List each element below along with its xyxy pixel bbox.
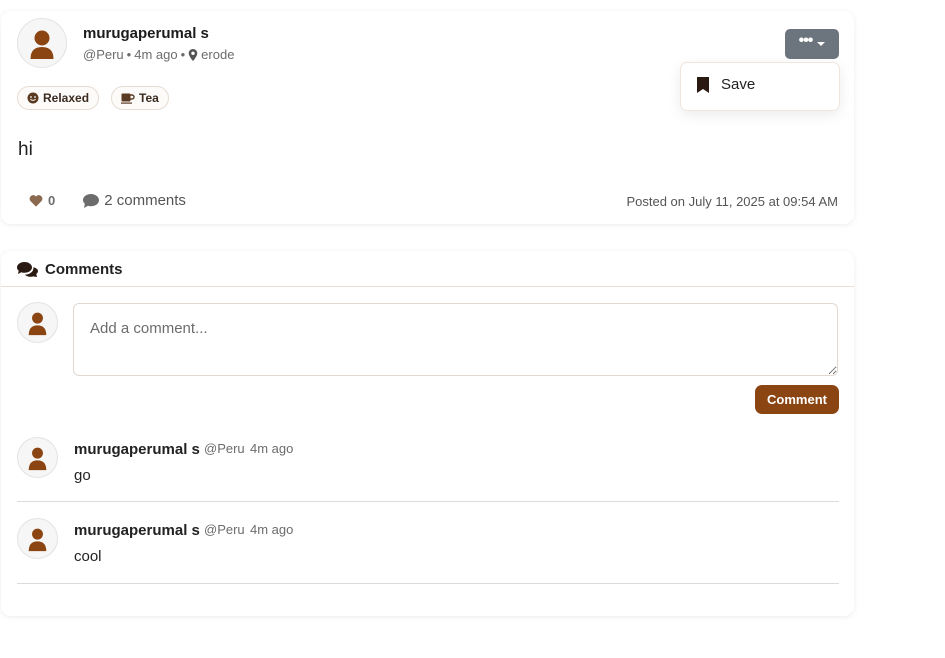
location-pin-icon [188,48,198,61]
meta-separator: • [180,47,186,62]
author-avatar[interactable] [17,18,67,68]
comments-link[interactable]: 2 comments [83,192,186,209]
caret-down-icon [817,42,826,46]
comment-time: 4m ago [250,522,294,537]
post-body: hi [18,139,33,160]
post-actions: 0 2 comments [29,192,186,209]
user-avatar-icon [30,30,54,59]
comments-icon [17,262,38,277]
save-menu-item[interactable]: Save [697,76,755,93]
comment-time: 4m ago [250,441,294,456]
current-user-avatar [17,302,58,343]
commenter-handle: @Peru [204,441,245,456]
comment-text: cool [74,548,102,565]
comment-input[interactable] [73,303,838,376]
tag-label: Tea [139,91,159,105]
post-location: erode [201,47,235,62]
post-options-button[interactable]: ••• [785,29,839,59]
commenter-name[interactable]: murugaperumal s [74,522,200,539]
tag-tea: Tea [111,86,169,110]
comment-count-label: 2 comments [104,192,186,209]
tag-label: Relaxed [43,91,90,105]
commenter-name[interactable]: murugaperumal s [74,441,200,458]
commenter-avatar[interactable] [17,437,58,478]
post-card: murugaperumal s @Peru • 4m ago • erode •… [1,11,854,224]
meta-separator: • [126,47,132,62]
post-author-name[interactable]: murugaperumal s [83,25,209,42]
like-button[interactable]: 0 [29,193,55,208]
user-avatar-icon [28,528,47,552]
post-options-menu: Save [680,62,840,111]
like-count: 0 [48,193,56,208]
user-avatar-icon [28,312,47,336]
comment-item: murugaperumal s @Peru 4m ago go [17,437,839,502]
heart-icon [29,195,43,207]
comments-title: Comments [45,261,123,278]
comments-card: Comments Comment murugaperumal s @Peru 4… [1,251,854,616]
smile-icon [27,92,39,104]
comments-header: Comments [1,251,854,287]
ellipsis-icon: ••• [798,32,814,49]
tag-relaxed: Relaxed [17,86,100,110]
mood-tags: Relaxed Tea [17,86,169,110]
comment-text: go [74,467,91,484]
bookmark-icon [697,76,709,93]
speech-bubble-icon [83,193,100,208]
post-meta: @Peru • 4m ago • erode [83,47,234,62]
user-avatar-icon [28,447,47,471]
posted-on-timestamp: Posted on July 11, 2025 at 09:54 AM [626,194,838,209]
post-handle: @Peru [83,47,124,62]
comment-item: murugaperumal s @Peru 4m ago cool [17,518,839,584]
commenter-avatar[interactable] [17,518,58,559]
mug-icon [121,93,135,104]
post-time: 4m ago [134,47,178,62]
submit-comment-button[interactable]: Comment [755,385,839,414]
commenter-handle: @Peru [204,522,245,537]
save-label: Save [721,76,756,93]
